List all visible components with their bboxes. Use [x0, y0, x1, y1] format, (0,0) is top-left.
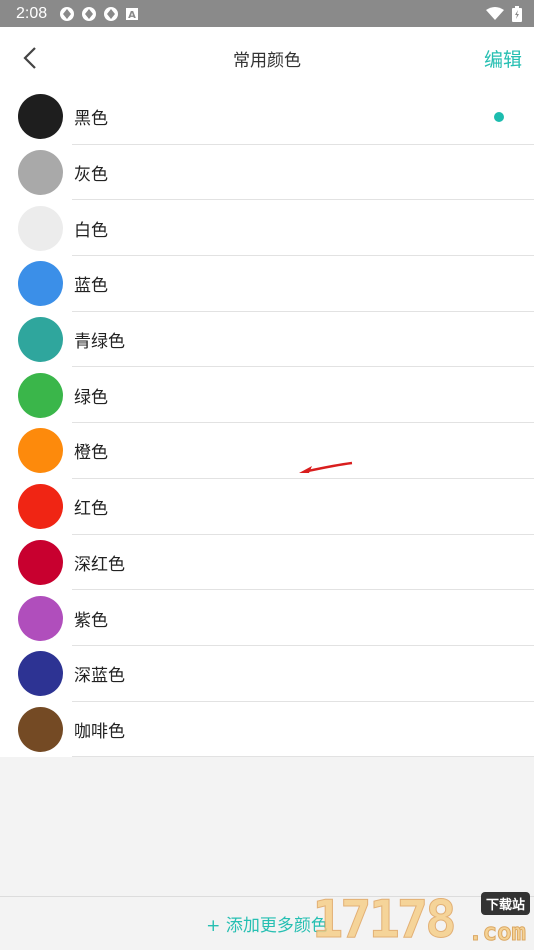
app-header: 常用颜色 编辑: [0, 27, 534, 89]
color-swatch: [18, 94, 63, 140]
page-title: 常用颜色: [233, 50, 301, 71]
red-arrow-annotation: [299, 461, 353, 473]
chevron-left-icon: [23, 47, 36, 69]
color-label: 深红色: [74, 554, 125, 575]
color-label: 红色: [74, 499, 108, 520]
status-notification-icons: A: [59, 6, 139, 22]
color-label: 深蓝色: [74, 666, 125, 687]
color-row[interactable]: 绿色: [0, 367, 534, 424]
color-label: 黑色: [74, 109, 108, 130]
settings-icon: [104, 6, 119, 21]
color-swatch: [18, 706, 63, 752]
color-label: 咖啡色: [74, 721, 125, 742]
color-row[interactable]: 深蓝色: [0, 646, 534, 702]
color-swatch: [18, 428, 63, 474]
status-bar: 2:08 A: [0, 0, 534, 27]
color-row[interactable]: 深红色: [0, 535, 534, 591]
color-swatch: [18, 595, 63, 641]
edit-button[interactable]: 编辑: [484, 45, 522, 72]
watermark-number: 17178: [312, 890, 458, 950]
a-icon: A: [126, 7, 139, 21]
color-row[interactable]: 青绿色: [0, 312, 534, 368]
color-row[interactable]: 橙色: [0, 423, 534, 479]
color-swatch: [18, 539, 63, 585]
color-row[interactable]: 紫色: [0, 590, 534, 646]
status-time: 2:08: [16, 4, 48, 22]
row-divider: [72, 756, 534, 758]
color-label: 青绿色: [74, 332, 125, 353]
color-label: 紫色: [74, 610, 108, 631]
color-row[interactable]: 黑色: [0, 89, 534, 145]
color-label: 白色: [74, 220, 108, 241]
color-swatch: [18, 317, 63, 363]
color-label: 橙色: [74, 443, 108, 464]
color-label: 蓝色: [74, 276, 108, 297]
color-swatch: [18, 150, 63, 196]
watermark-badge: 下载站: [480, 892, 530, 915]
battery-icon: [512, 5, 522, 22]
color-row[interactable]: 白色: [0, 200, 534, 257]
wifi-icon: [486, 6, 504, 20]
color-row[interactable]: 咖啡色: [0, 702, 534, 758]
color-label: 绿色: [74, 387, 108, 408]
color-swatch: [18, 261, 63, 307]
color-label: 灰色: [74, 165, 108, 186]
color-row[interactable]: 红色: [0, 479, 534, 535]
color-list: 黑色灰色白色蓝色青绿色绿色橙色红色深红色紫色深蓝色咖啡色: [0, 89, 534, 758]
selected-indicator-dot: [494, 111, 504, 122]
settings-icon: [82, 6, 97, 21]
settings-icon: [60, 6, 75, 21]
color-swatch: [18, 205, 63, 251]
color-swatch: [18, 651, 63, 697]
color-swatch: [18, 372, 63, 418]
color-row[interactable]: 蓝色: [0, 256, 534, 312]
color-swatch: [18, 484, 63, 530]
watermark-logo: 17178 下载站 .com: [306, 888, 532, 950]
back-button[interactable]: [16, 44, 44, 72]
watermark-domain: .com: [468, 918, 527, 947]
color-row[interactable]: 灰色: [0, 145, 534, 201]
svg-text:A: A: [128, 10, 136, 21]
